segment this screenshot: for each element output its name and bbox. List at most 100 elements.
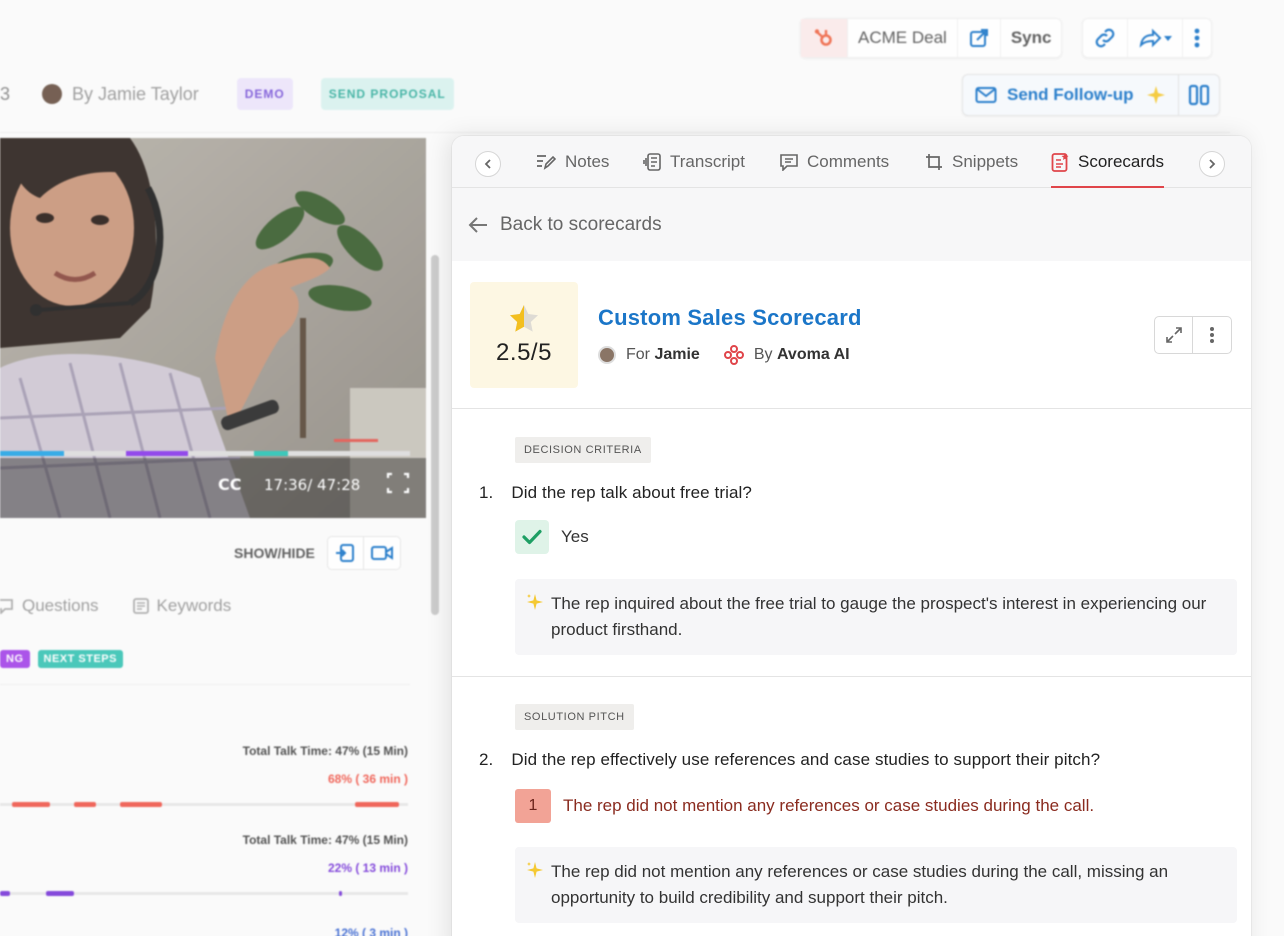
by-name: Avoma AI: [776, 346, 850, 363]
transcript-icon: [643, 153, 661, 171]
host-avatar: [42, 84, 63, 104]
questions-icon: [0, 599, 13, 614]
scorecard-meta: For Jamie By Avoma AI: [598, 345, 850, 365]
tab-notes-label: Notes: [565, 152, 610, 171]
question-label: Did the rep effectively use references a…: [511, 750, 1101, 769]
talk-segment: [0, 891, 10, 896]
rating-badge: 1: [515, 789, 551, 823]
meeting-number: 3: [0, 83, 11, 104]
snippets-icon: [926, 154, 942, 170]
tab-scorecards-label: Scorecards: [1078, 152, 1164, 171]
send-follow-up-group: Send Follow-up: [962, 74, 1220, 116]
cc-label: CC: [218, 475, 241, 494]
hubspot-icon[interactable]: [801, 19, 848, 57]
scorecard-title[interactable]: Custom Sales Scorecard: [598, 305, 862, 331]
topic-tag[interactable]: NG: [0, 650, 30, 668]
panel-toggle-icon[interactable]: [328, 537, 364, 569]
left-scrollbar[interactable]: [431, 255, 439, 615]
header-divider: [0, 132, 1230, 133]
tab-scorecards[interactable]: Scorecards: [1051, 136, 1164, 188]
talk-segment: [74, 802, 96, 807]
crm-deal-label[interactable]: ACME Deal: [848, 19, 958, 57]
by-label: By Avoma AI: [754, 346, 850, 364]
more-vertical-icon[interactable]: [1183, 19, 1211, 57]
top-actions: ACME Deal Sync: [800, 18, 1213, 58]
talk-segment: [12, 802, 50, 807]
topic-tags: NG NEXT STEPS: [0, 650, 123, 668]
scorecards-icon: [1051, 153, 1069, 172]
show-hide-controls: SHOW/HIDE: [234, 536, 401, 570]
tab-comments-label: Comments: [807, 152, 890, 171]
crm-sync-group: ACME Deal Sync: [800, 18, 1063, 58]
checkmark-icon: [515, 520, 549, 554]
share-icon[interactable]: [1128, 19, 1184, 57]
sparkle-icon: [527, 594, 543, 610]
stage-tag-demo[interactable]: DEMO: [236, 78, 293, 110]
send-follow-up-button[interactable]: Send Follow-up: [963, 75, 1179, 115]
ai-summary: The rep inquired about the free trial to…: [515, 579, 1237, 655]
ai-summary: The rep did not mention any references o…: [515, 847, 1237, 923]
topic-tag-next-steps[interactable]: NEXT STEPS: [37, 650, 123, 668]
talk-segment: [339, 891, 342, 896]
tab-transcript-label: Transcript: [670, 152, 745, 171]
rep-avatar: [598, 346, 616, 364]
stage-tag-proposal[interactable]: SEND PROPOSAL: [320, 78, 454, 110]
question-number: 2.: [479, 750, 494, 769]
category-badge: DECISION CRITERIA: [515, 437, 651, 463]
tab-keywords[interactable]: Keywords: [132, 596, 231, 616]
for-name: Jamie: [654, 346, 700, 363]
back-label: Back to scorecards: [500, 213, 662, 235]
sync-button[interactable]: Sync: [1001, 19, 1062, 57]
question-text: 1. Did the rep talk about free trial?: [479, 483, 752, 503]
score-value: 2.5/5: [496, 339, 552, 366]
question-number: 1.: [479, 483, 494, 502]
sparkle-icon: [1146, 86, 1165, 104]
question-section: SOLUTION PITCH 2. Did the rep effectivel…: [452, 677, 1251, 936]
talk-stat-3: 12% ( 3 min ): [0, 912, 408, 936]
comments-icon: [780, 154, 798, 171]
ai-summary-text: The rep inquired about the free trial to…: [551, 594, 1207, 639]
talk-segment: [355, 802, 399, 807]
tab-comments[interactable]: Comments: [780, 136, 889, 188]
left-tabs: Questions Keywords: [0, 596, 231, 616]
talk-stat-title: Total Talk Time: 47% (15 Min): [242, 744, 408, 758]
tabs-scroll-right-icon[interactable]: [1199, 151, 1225, 177]
back-to-scorecards-link[interactable]: Back to scorecards: [452, 188, 1251, 261]
tab-transcript[interactable]: Transcript: [643, 136, 745, 188]
expand-icon[interactable]: [1155, 317, 1193, 353]
share-group: [1082, 18, 1213, 58]
tab-notes[interactable]: Notes: [536, 136, 609, 188]
tabs-scroll-left-icon[interactable]: [475, 151, 501, 177]
ai-summary-text: The rep did not mention any references o…: [551, 862, 1169, 907]
split-view-icon[interactable]: [1179, 75, 1219, 115]
external-link-icon[interactable]: [958, 19, 1001, 57]
answer-label: The rep did not mention any references o…: [563, 796, 1095, 815]
panel-tabs: Notes Transcript Comments Snippets Score…: [452, 136, 1251, 188]
arrow-left-icon: [468, 216, 487, 233]
tab-snippets[interactable]: Snippets: [925, 136, 1018, 188]
answer-rating: 1 The rep did not mention any references…: [515, 789, 1094, 823]
keywords-icon: [132, 598, 149, 614]
tab-questions[interactable]: Questions: [0, 596, 99, 616]
more-vertical-icon[interactable]: [1193, 317, 1231, 353]
scorecard-actions: [1154, 316, 1232, 354]
notes-icon: [537, 155, 556, 170]
half-star-icon: [510, 305, 538, 332]
answer-label: Yes: [561, 527, 589, 546]
talk-segment: [46, 891, 74, 896]
meeting-meta-row: 3 By Jamie Taylor DEMO SEND PROPOSAL: [0, 74, 454, 114]
talk-stat-title: Total Talk Time: 47% (15 Min): [242, 833, 408, 847]
talk-track-2: [0, 891, 408, 896]
question-label: Did the rep talk about free trial?: [511, 483, 752, 502]
show-hide-label: SHOW/HIDE: [234, 545, 315, 561]
video-toggle-icon[interactable]: [364, 537, 400, 569]
answer-yes: Yes: [515, 520, 589, 554]
link-icon[interactable]: [1083, 19, 1129, 57]
video-player[interactable]: CC 17:36/ 47:28: [0, 138, 426, 518]
scorecard-panel: Notes Transcript Comments Snippets Score…: [452, 136, 1251, 936]
sparkle-icon: [527, 862, 543, 878]
talk-stat-detail: 12% ( 3 min ): [334, 926, 408, 936]
mail-icon: [975, 87, 997, 103]
talk-stat-2: Total Talk Time: 47% (15 Min) 22% ( 13 m…: [0, 833, 408, 875]
talk-stat-1: Total Talk Time: 47% (15 Min) 68% ( 36 m…: [0, 744, 408, 786]
